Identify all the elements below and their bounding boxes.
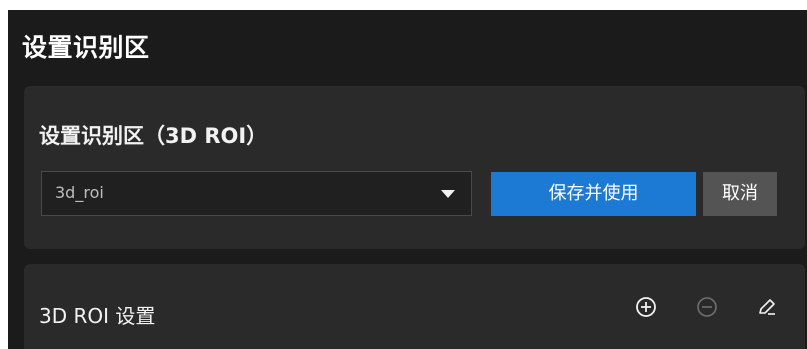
save-and-use-button[interactable]: 保存并使用 — [491, 172, 696, 216]
minus-circle-icon[interactable] — [696, 296, 718, 318]
roi-card: 设置识别区（3D ROI） 3d_roi 保存并使用 取消 — [24, 86, 805, 249]
roi-settings-title: 3D ROI 设置 — [39, 304, 156, 328]
roi-card-title: 设置识别区（3D ROI） — [39, 124, 268, 148]
page-title: 设置识别区 — [22, 33, 150, 62]
roi-settings-card: 3D ROI 设置 — [24, 264, 805, 349]
chevron-down-icon — [441, 190, 455, 198]
plus-circle-icon[interactable] — [635, 296, 657, 318]
cancel-button[interactable]: 取消 — [703, 172, 777, 216]
roi-panel: 设置识别区 设置识别区（3D ROI） 3d_roi 保存并使用 取消 3D R… — [8, 10, 807, 349]
roi-select-value: 3d_roi — [55, 183, 104, 202]
roi-select[interactable]: 3d_roi — [41, 171, 472, 216]
pencil-edit-icon[interactable] — [756, 296, 778, 318]
